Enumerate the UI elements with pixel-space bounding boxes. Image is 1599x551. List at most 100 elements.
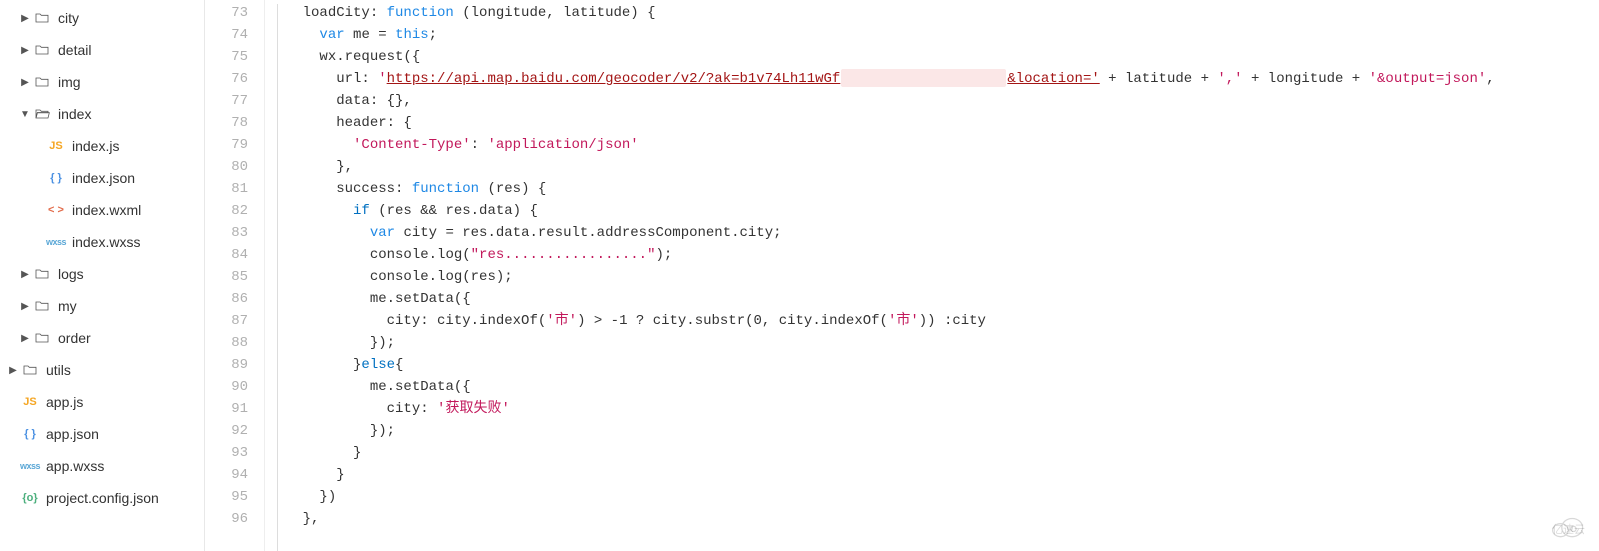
folder-open-icon [32, 104, 52, 124]
line-number: 86 [205, 288, 248, 310]
line-number: 82 [205, 200, 248, 222]
code-line[interactable]: header: { [269, 112, 1599, 134]
caret-right-icon: ▶ [18, 333, 32, 344]
code-line[interactable]: me.setData({ [269, 376, 1599, 398]
folder-icon [32, 328, 52, 348]
file-index-json[interactable]: { } index.json [0, 162, 204, 194]
code-line[interactable]: city: city.indexOf('市') > -1 ? city.subs… [269, 310, 1599, 332]
json-icon: { } [20, 424, 40, 444]
line-number: 85 [205, 266, 248, 288]
folder-city[interactable]: ▶ city [0, 2, 204, 34]
folder-label: detail [58, 42, 91, 58]
folder-label: index [58, 106, 91, 122]
code-line[interactable]: }, [269, 156, 1599, 178]
line-number: 92 [205, 420, 248, 442]
file-label: index.wxml [72, 202, 141, 218]
wxss-icon: wxss [20, 456, 40, 476]
code-line[interactable]: }); [269, 420, 1599, 442]
file-label: index.json [72, 170, 135, 186]
folder-icon [20, 360, 40, 380]
js-icon: JS [46, 136, 66, 156]
caret-right-icon: ▶ [18, 77, 32, 88]
folder-label: my [58, 298, 77, 314]
line-number: 83 [205, 222, 248, 244]
code-line[interactable]: }); [269, 332, 1599, 354]
caret-right-icon: ▶ [18, 301, 32, 312]
file-index-wxml[interactable]: < > index.wxml [0, 194, 204, 226]
code-line[interactable]: console.log("res................."); [269, 244, 1599, 266]
folder-utils[interactable]: ▶ utils [0, 354, 204, 386]
redacted-text [841, 69, 1006, 87]
line-number: 84 [205, 244, 248, 266]
code-line[interactable]: }) [269, 486, 1599, 508]
line-number: 79 [205, 134, 248, 156]
line-number: 95 [205, 486, 248, 508]
code-line[interactable]: data: {}, [269, 90, 1599, 112]
folder-label: order [58, 330, 91, 346]
code-line[interactable]: city: '获取失败' [269, 398, 1599, 420]
code-editor[interactable]: loadCity: function (longitude, latitude)… [265, 0, 1599, 551]
code-line[interactable]: if (res && res.data) { [269, 200, 1599, 222]
folder-detail[interactable]: ▶ detail [0, 34, 204, 66]
file-tree[interactable]: ▶ city ▶ detail ▶ img ▼ index JS index.j… [0, 0, 205, 551]
file-app-json[interactable]: { } app.json [0, 418, 204, 450]
folder-label: img [58, 74, 81, 90]
code-line[interactable]: url: 'https://api.map.baidu.com/geocoder… [269, 68, 1599, 90]
code-line[interactable]: me.setData({ [269, 288, 1599, 310]
code-line[interactable]: 'Content-Type': 'application/json' [269, 134, 1599, 156]
js-icon: JS [20, 392, 40, 412]
code-line[interactable]: } [269, 442, 1599, 464]
folder-label: city [58, 10, 79, 26]
line-number: 90 [205, 376, 248, 398]
line-number: 77 [205, 90, 248, 112]
file-label: app.js [46, 394, 83, 410]
file-index-wxss[interactable]: wxss index.wxss [0, 226, 204, 258]
file-label: index.js [72, 138, 119, 154]
folder-label: logs [58, 266, 84, 282]
caret-right-icon: ▶ [18, 269, 32, 280]
json-icon: { } [46, 168, 66, 188]
file-app-wxss[interactable]: wxss app.wxss [0, 450, 204, 482]
code-line[interactable]: console.log(res); [269, 266, 1599, 288]
code-line[interactable]: }else{ [269, 354, 1599, 376]
caret-down-icon: ▼ [18, 109, 32, 120]
code-line[interactable]: } [269, 464, 1599, 486]
line-number: 78 [205, 112, 248, 134]
line-number: 88 [205, 332, 248, 354]
file-label: project.config.json [46, 490, 159, 506]
code-line[interactable]: }, [269, 508, 1599, 530]
folder-index[interactable]: ▼ index [0, 98, 204, 130]
code-line[interactable]: success: function (res) { [269, 178, 1599, 200]
caret-right-icon: ▶ [18, 45, 32, 56]
line-gutter: 7374757677787980818283848586878889909192… [205, 0, 265, 551]
line-number: 75 [205, 46, 248, 68]
wxss-icon: wxss [46, 232, 66, 252]
folder-icon [32, 8, 52, 28]
folder-logs[interactable]: ▶ logs [0, 258, 204, 290]
code-line[interactable]: var city = res.data.result.addressCompon… [269, 222, 1599, 244]
code-line[interactable]: loadCity: function (longitude, latitude)… [269, 2, 1599, 24]
file-app-js[interactable]: JS app.js [0, 386, 204, 418]
file-label: index.wxss [72, 234, 140, 250]
folder-label: utils [46, 362, 71, 378]
code-line[interactable]: var me = this; [269, 24, 1599, 46]
folder-icon [32, 40, 52, 60]
line-number: 93 [205, 442, 248, 464]
caret-right-icon: ▶ [6, 365, 20, 376]
folder-order[interactable]: ▶ order [0, 322, 204, 354]
wxml-icon: < > [46, 200, 66, 220]
code-line[interactable]: wx.request({ [269, 46, 1599, 68]
line-number: 76 [205, 68, 248, 90]
line-number: 74 [205, 24, 248, 46]
file-index-js[interactable]: JS index.js [0, 130, 204, 162]
folder-img[interactable]: ▶ img [0, 66, 204, 98]
config-icon: {o} [20, 488, 40, 508]
line-number: 89 [205, 354, 248, 376]
line-number: 87 [205, 310, 248, 332]
line-number: 81 [205, 178, 248, 200]
file-project-config[interactable]: {o} project.config.json [0, 482, 204, 514]
folder-my[interactable]: ▶ my [0, 290, 204, 322]
line-number: 91 [205, 398, 248, 420]
line-number: 73 [205, 2, 248, 24]
file-label: app.wxss [46, 458, 104, 474]
